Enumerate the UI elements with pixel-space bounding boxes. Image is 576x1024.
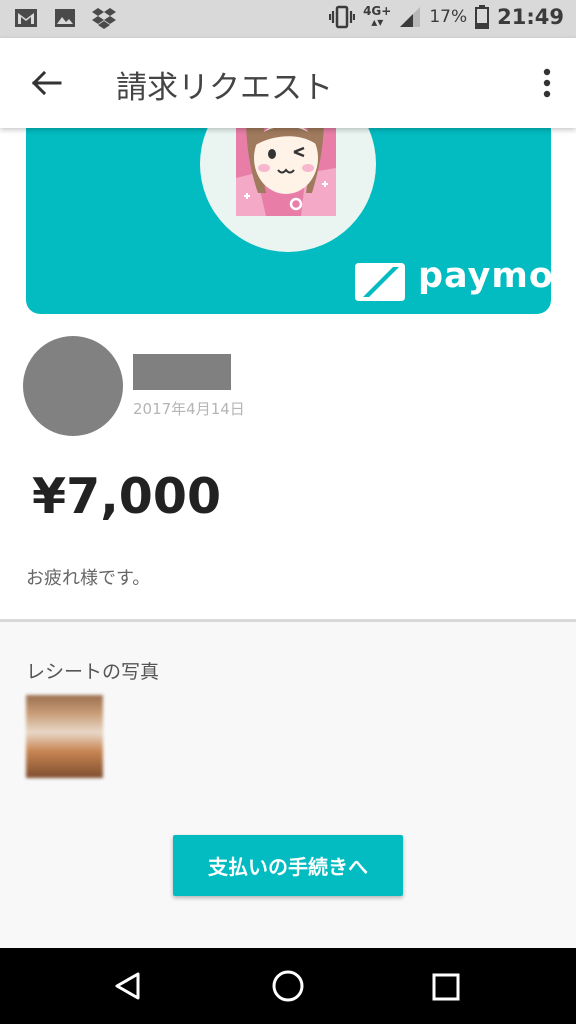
paymo-logo-icon: [355, 263, 405, 301]
signal-icon: [400, 7, 421, 27]
requester-name-redacted: [133, 354, 231, 390]
status-bar: 4G+ ▴▾ 17% 21:49: [0, 0, 576, 38]
nav-recents-icon[interactable]: [431, 972, 461, 1002]
back-arrow-icon[interactable]: [28, 66, 64, 100]
avatar: [23, 336, 123, 436]
request-amount: ¥7,000: [32, 468, 222, 525]
network-type: 4G+ ▴▾: [363, 4, 392, 29]
card-banner: paymo: [26, 118, 551, 314]
receipt-section: レシートの写真 支払いの手続きへ: [0, 619, 576, 951]
nav-home-icon[interactable]: [270, 968, 306, 1004]
navigation-bar: [0, 948, 576, 1024]
character-sticker: [236, 118, 336, 216]
battery-icon: [475, 5, 490, 29]
dropbox-icon: [92, 8, 116, 29]
page-title: 請求リクエスト: [116, 70, 333, 106]
notification-icons: [14, 7, 116, 29]
gmail-icon: [15, 9, 37, 27]
pay-button[interactable]: 支払いの手続きへ: [173, 835, 403, 896]
receipt-label: レシートの写真: [26, 661, 160, 683]
clock: 21:49: [497, 5, 564, 29]
nav-back-icon[interactable]: [112, 970, 144, 1002]
more-vert-icon[interactable]: [540, 66, 554, 100]
sticker-circle: [200, 118, 376, 252]
app-bar: 請求リクエスト: [0, 38, 576, 128]
request-message: お疲れ様です。: [26, 568, 151, 589]
receipt-photo[interactable]: [26, 695, 103, 778]
request-date: 2017年4月14日: [133, 400, 245, 418]
photos-icon: [55, 9, 75, 27]
battery-percent: 17%: [429, 7, 468, 27]
vibrate-icon: [329, 5, 356, 29]
system-status: 4G+ ▴▾ 17% 21:49: [329, 5, 564, 29]
brand-name: paymo: [418, 256, 551, 296]
